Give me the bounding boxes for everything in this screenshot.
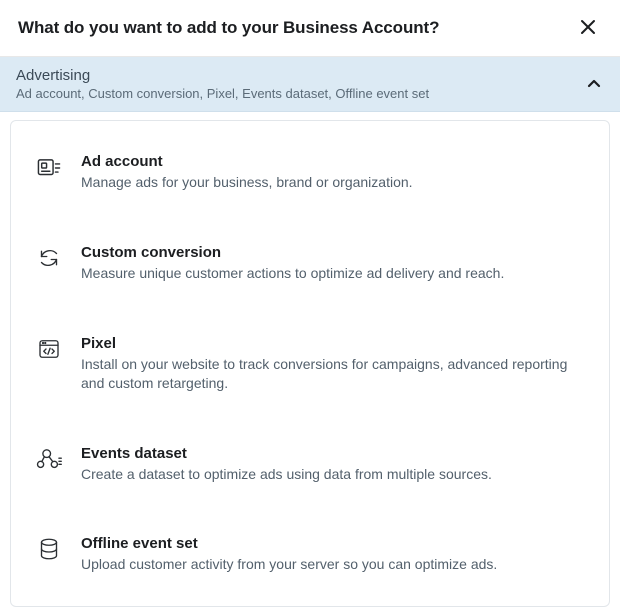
pixel-icon xyxy=(35,337,63,361)
database-icon xyxy=(35,537,63,561)
section-header-text: Advertising Ad account, Custom conversio… xyxy=(16,67,429,101)
option-desc: Create a dataset to optimize ads using d… xyxy=(81,465,585,484)
nodes-icon xyxy=(35,447,63,471)
option-title: Offline event set xyxy=(81,535,585,552)
option-title: Ad account xyxy=(81,153,585,170)
option-title: Pixel xyxy=(81,335,585,352)
section-subtitle: Ad account, Custom conversion, Pixel, Ev… xyxy=(16,86,429,101)
section-header-advertising[interactable]: Advertising Ad account, Custom conversio… xyxy=(0,57,620,112)
option-title: Events dataset xyxy=(81,445,585,462)
option-text: Events dataset Create a dataset to optim… xyxy=(81,445,585,484)
refresh-icon xyxy=(35,246,63,270)
option-offline-event-set[interactable]: Offline event set Upload customer activi… xyxy=(29,509,591,600)
option-custom-conversion[interactable]: Custom conversion Measure unique custome… xyxy=(29,218,591,309)
option-desc: Measure unique customer actions to optim… xyxy=(81,264,585,283)
modal-header: What do you want to add to your Business… xyxy=(0,0,620,57)
option-title: Custom conversion xyxy=(81,244,585,261)
option-desc: Manage ads for your business, brand or o… xyxy=(81,173,585,192)
option-text: Offline event set Upload customer activi… xyxy=(81,535,585,574)
modal-title: What do you want to add to your Business… xyxy=(18,18,439,38)
option-ad-account[interactable]: Ad account Manage ads for your business,… xyxy=(29,127,591,218)
ad-account-icon xyxy=(35,155,63,181)
chevron-up-icon xyxy=(580,70,604,98)
add-asset-modal: What do you want to add to your Business… xyxy=(0,0,620,607)
section-title: Advertising xyxy=(16,67,429,84)
option-events-dataset[interactable]: Events dataset Create a dataset to optim… xyxy=(29,419,591,510)
option-text: Pixel Install on your website to track c… xyxy=(81,335,585,393)
option-text: Ad account Manage ads for your business,… xyxy=(81,153,585,192)
options-panel: Ad account Manage ads for your business,… xyxy=(10,120,610,607)
close-icon xyxy=(580,19,596,38)
close-button[interactable] xyxy=(574,14,602,42)
option-pixel[interactable]: Pixel Install on your website to track c… xyxy=(29,309,591,419)
option-desc: Install on your website to track convers… xyxy=(81,355,585,393)
option-text: Custom conversion Measure unique custome… xyxy=(81,244,585,283)
